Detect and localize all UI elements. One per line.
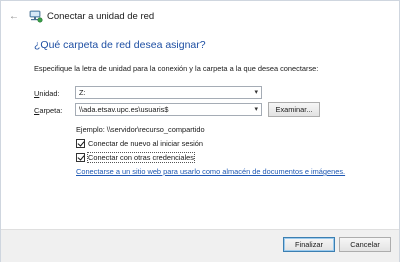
drive-label: Unidad: [34, 89, 60, 98]
credentials-label[interactable]: Conectar con otras credenciales [87, 152, 195, 163]
folder-path-value: \\ada.etsav.upc.es\usuaris$ [79, 105, 169, 114]
finish-button[interactable]: Finalizar [283, 237, 335, 252]
drive-letter-select[interactable]: Z: ▾ [75, 86, 262, 99]
page-heading: ¿Qué carpeta de red desea asignar? [34, 39, 206, 51]
reconnect-label[interactable]: Conectar de nuevo al iniciar sesión [88, 139, 203, 148]
back-arrow-icon[interactable]: ← [8, 11, 20, 23]
browse-button[interactable]: Examinar... [268, 102, 320, 117]
folder-label: Carpeta: [34, 106, 63, 115]
titlebar: ← Conectar a unidad de red [1, 1, 399, 31]
cancel-button[interactable]: Cancelar [339, 237, 391, 252]
chevron-down-icon[interactable]: ▾ [254, 87, 258, 98]
drive-letter-value: Z: [79, 88, 86, 97]
network-drive-icon [29, 10, 43, 23]
window-title: Conectar a unidad de red [47, 11, 155, 22]
chevron-down-icon[interactable]: ▾ [254, 104, 258, 115]
website-connect-link[interactable]: Conectarse a un sitio web para usarlo co… [76, 167, 345, 176]
credentials-checkbox[interactable] [76, 153, 85, 162]
instructions-text: Especifique la letra de unidad para la c… [34, 64, 319, 73]
reconnect-checkbox[interactable] [76, 139, 85, 148]
map-network-drive-dialog: ← Conectar a unidad de red ¿Qué carpeta … [0, 0, 400, 262]
example-text: Ejemplo: \\servidor\recurso_compartido [76, 125, 205, 134]
folder-path-input[interactable]: \\ada.etsav.upc.es\usuaris$ ▾ [75, 103, 262, 116]
